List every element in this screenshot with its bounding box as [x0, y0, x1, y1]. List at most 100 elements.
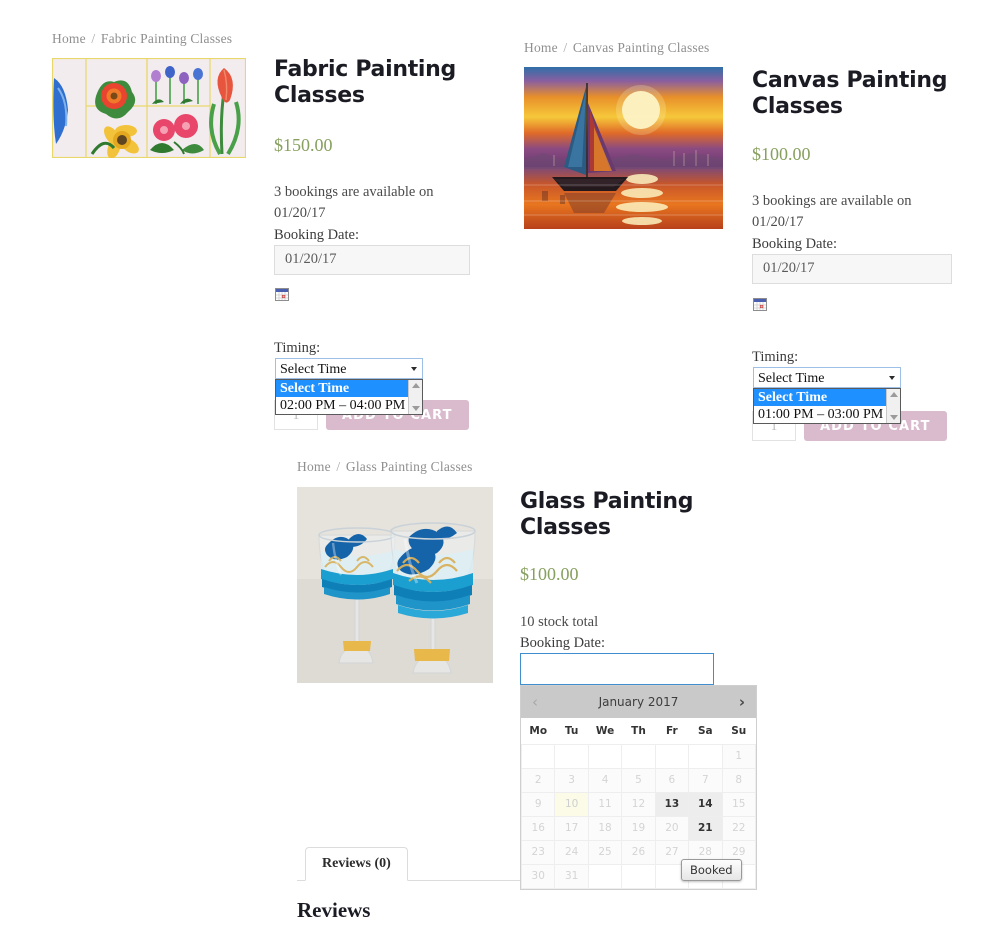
datepicker-day-4: 4: [587, 767, 623, 793]
datepicker-day-5: 5: [621, 767, 656, 793]
weekday-su: Su: [722, 718, 756, 744]
datepicker-header: ‹ January 2017 ›: [521, 686, 756, 718]
breadcrumb-current: Canvas Painting Classes: [572, 40, 710, 55]
scroll-down-icon[interactable]: [411, 406, 420, 411]
datepicker-day-11: 11: [587, 791, 623, 817]
datepicker-day-empty: [587, 743, 623, 769]
breadcrumb: Home / Glass Painting Classes: [297, 459, 747, 475]
datepicker-day-23: 23: [520, 839, 556, 865]
datepicker-day-20: 20: [654, 815, 690, 841]
calendar-icon[interactable]: [753, 298, 767, 316]
product-canvas-painting: Home / Canvas Painting Classes Canvas Pa…: [524, 40, 964, 441]
datepicker-day-empty: [688, 743, 723, 769]
chevron-down-icon: [411, 366, 417, 371]
datepicker-day-empty: [621, 863, 656, 889]
timing-option-list-fabric[interactable]: Select Time 02:00 PM – 04:00 PM: [275, 379, 423, 415]
product-price-fabric: $150.00: [274, 135, 333, 155]
datepicker-day-30: 30: [520, 863, 556, 889]
datepicker-day-7: 7: [688, 767, 723, 793]
datepicker-day-14[interactable]: 14: [688, 791, 723, 817]
datepicker-day-13[interactable]: 13: [654, 791, 690, 817]
chevron-down-icon: [889, 375, 895, 380]
calendar-icon[interactable]: [275, 288, 289, 306]
breadcrumb-current: Glass Painting Classes: [345, 459, 473, 474]
timing-selected-value-fabric: Select Time: [280, 362, 347, 377]
timing-selected-value-canvas: Select Time: [758, 371, 825, 386]
datepicker-day-3: 3: [554, 767, 589, 793]
breadcrumb-home[interactable]: Home: [524, 40, 558, 55]
product-image-canvas[interactable]: [524, 67, 723, 229]
page-title-canvas: Canvas Painting Classes: [752, 68, 948, 119]
product-image-fabric[interactable]: [52, 58, 246, 158]
timing-option-1-fabric[interactable]: 02:00 PM – 04:00 PM: [276, 397, 422, 414]
booking-date-label-fabric: Booking Date:: [274, 227, 359, 243]
datepicker-day-9: 9: [520, 791, 556, 817]
scroll-up-icon[interactable]: [889, 392, 898, 397]
breadcrumb-separator: /: [563, 40, 568, 55]
booking-date-input-fabric[interactable]: 01/20/17: [274, 245, 470, 275]
breadcrumb-home[interactable]: Home: [297, 459, 331, 474]
timing-select-fabric[interactable]: Select Time Select Time 02:00 PM – 04:00…: [275, 358, 423, 415]
datepicker-day-8: 8: [721, 767, 757, 793]
product-booking-page: Home / Fabric Painting Classes Fabric Pa…: [0, 0, 1006, 950]
availability-text-glass: 10 stock total: [520, 614, 599, 630]
datepicker-day-19: 19: [621, 815, 656, 841]
timing-option-0-canvas[interactable]: Select Time: [754, 389, 900, 406]
timing-option-list-canvas[interactable]: Select Time 01:00 PM – 03:00 PM: [753, 388, 901, 424]
timing-label-fabric: Timing:: [274, 340, 321, 356]
datepicker-day-17: 17: [554, 815, 589, 841]
timing-select-canvas[interactable]: Select Time Select Time 01:00 PM – 03:00…: [753, 367, 901, 424]
datepicker-week-row: 16 17 18 19 20 21 22: [520, 815, 757, 841]
datepicker-day-empty: [520, 743, 556, 769]
datepicker-popup[interactable]: ‹ January 2017 › Mo Tu We Th Fr Sa Su 12…: [520, 685, 757, 890]
glass-painting-artwork: [297, 487, 493, 683]
datepicker-week-row: 9 10 11 12 13 14 15: [520, 791, 757, 817]
dropdown-scrollbar-fabric[interactable]: [408, 380, 422, 414]
booking-date-input-canvas[interactable]: 01/20/17: [752, 254, 952, 284]
product-image-glass[interactable]: [297, 487, 493, 683]
product-glass-painting: Home / Glass Painting Classes Glass Pain…: [297, 459, 747, 685]
scroll-up-icon[interactable]: [411, 383, 420, 388]
calendar-icon-glyph: [275, 288, 289, 301]
page-title-glass: Glass Painting Classes: [520, 489, 694, 540]
datepicker-week-row: 1: [520, 743, 757, 769]
timing-select-display-canvas[interactable]: Select Time: [753, 367, 901, 388]
datepicker-day-16: 16: [520, 815, 556, 841]
next-month-button[interactable]: ›: [728, 694, 756, 710]
datepicker-day-6: 6: [654, 767, 690, 793]
availability-text-canvas: 3 bookings are available on 01/20/17: [752, 193, 912, 230]
datepicker-day-empty: [654, 743, 690, 769]
weekday-fr: Fr: [655, 718, 689, 744]
datepicker-day-21[interactable]: 21: [688, 815, 723, 841]
booking-date-label-canvas: Booking Date:: [752, 236, 837, 252]
fabric-painting-artwork: [52, 58, 246, 158]
timing-option-1-canvas[interactable]: 01:00 PM – 03:00 PM: [754, 406, 900, 423]
product-price-glass: $100.00: [520, 564, 579, 584]
datepicker-day-empty: [621, 743, 656, 769]
booking-date-label-glass: Booking Date:: [520, 635, 605, 651]
datepicker-day-2: 2: [520, 767, 556, 793]
booking-date-input-glass[interactable]: [520, 653, 714, 685]
datepicker-day-24: 24: [554, 839, 589, 865]
datepicker-day-31: 31: [554, 863, 589, 889]
prev-month-button[interactable]: ‹: [521, 694, 549, 710]
product-price-canvas: $100.00: [752, 144, 811, 164]
dropdown-scrollbar-canvas[interactable]: [886, 389, 900, 423]
timing-option-0-fabric[interactable]: Select Time: [276, 380, 422, 397]
breadcrumb-home[interactable]: Home: [52, 31, 86, 46]
breadcrumb: Home / Canvas Painting Classes: [524, 40, 964, 56]
scroll-down-icon[interactable]: [889, 415, 898, 420]
page-title-fabric: Fabric Painting Classes: [274, 57, 456, 108]
weekday-tu: Tu: [554, 718, 589, 744]
weekday-sa: Sa: [688, 718, 723, 744]
datepicker-day-empty: [554, 743, 589, 769]
availability-text-fabric: 3 bookings are available on 01/20/17: [274, 184, 434, 221]
product-fabric-painting: Home / Fabric Painting Classes Fabric Pa…: [52, 31, 482, 430]
datepicker-month-title: January 2017: [598, 695, 679, 709]
breadcrumb-separator: /: [336, 459, 341, 474]
booked-tooltip: Booked: [681, 859, 742, 881]
timing-select-display-fabric[interactable]: Select Time: [275, 358, 423, 379]
breadcrumb-separator: /: [91, 31, 96, 46]
datepicker-day-22: 22: [721, 815, 757, 841]
tab-reviews[interactable]: Reviews (0): [305, 847, 408, 881]
